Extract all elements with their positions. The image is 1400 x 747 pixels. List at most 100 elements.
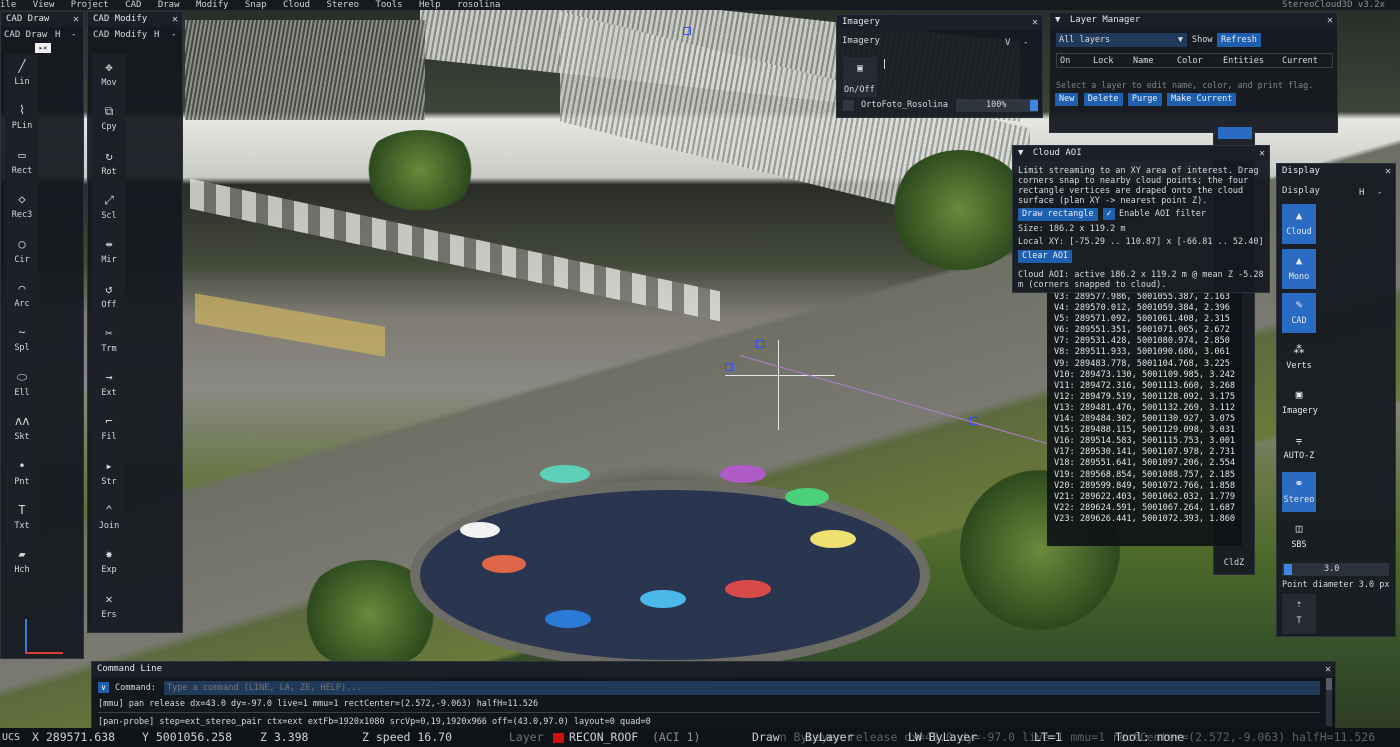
draw-tool-hch[interactable]: ▰ Hch bbox=[5, 547, 39, 575]
display-toggle-cad[interactable]: ✎ CAD bbox=[1282, 293, 1316, 334]
cad-draw-titlebar[interactable]: CAD Draw ✕ bbox=[1, 12, 83, 27]
opacity-slider[interactable]: 100% bbox=[956, 99, 1038, 112]
collapse-arrow-icon[interactable]: ▼ bbox=[1055, 15, 1060, 25]
draw-tool-spl[interactable]: ∼ Spl bbox=[5, 325, 39, 353]
opacity-slider-handle[interactable] bbox=[1030, 100, 1038, 111]
display-titlebar[interactable]: Display ✕ bbox=[1277, 164, 1395, 179]
collapse-toggle[interactable]: ∨ bbox=[98, 682, 109, 693]
cloud-z-label[interactable]: CldZ bbox=[1217, 558, 1251, 568]
point-size-handle[interactable] bbox=[1284, 564, 1292, 575]
layer-manager-titlebar[interactable]: ▼ Layer Manager ✕ bbox=[1050, 13, 1337, 28]
col-on[interactable]: On bbox=[1060, 54, 1070, 68]
clear-aoi-button[interactable]: Clear AOI bbox=[1018, 250, 1073, 263]
menu-draw[interactable]: Draw bbox=[158, 0, 180, 10]
menu-cad[interactable]: CAD bbox=[125, 0, 141, 10]
visibility-button[interactable]: V bbox=[1005, 32, 1010, 54]
point-size-slider[interactable]: 3.0 bbox=[1282, 563, 1389, 576]
close-icon[interactable]: ✕ bbox=[172, 12, 178, 27]
hide-button[interactable]: H bbox=[154, 27, 159, 44]
draw-tool-plin[interactable]: ⌇ PLin bbox=[5, 103, 39, 131]
menu-stereo[interactable]: Stereo bbox=[327, 0, 360, 10]
draw-tool-rec3[interactable]: ◇ Rec3 bbox=[5, 192, 39, 220]
command-line-titlebar[interactable]: Command Line ✕ bbox=[92, 662, 1335, 677]
hide-button[interactable]: H bbox=[55, 27, 60, 44]
close-icon[interactable]: ✕ bbox=[73, 12, 79, 27]
aoi-corner-handle[interactable] bbox=[725, 363, 733, 371]
refresh-button[interactable]: Refresh bbox=[1217, 33, 1261, 47]
aoi-corner-handle[interactable] bbox=[683, 27, 691, 35]
modify-tool-cpy[interactable]: ⧉ Cpy bbox=[92, 104, 126, 132]
cloud-aoi-titlebar[interactable]: ▼ Cloud AOI ✕ bbox=[1013, 146, 1269, 161]
close-icon[interactable]: ✕ bbox=[1259, 146, 1265, 161]
display-toggle-mono[interactable]: ▲ Mono bbox=[1282, 248, 1316, 289]
lineweight[interactable]: LW ByLayer bbox=[908, 728, 977, 747]
command-log-scrollbar[interactable] bbox=[1326, 678, 1332, 726]
display-toggle-verts[interactable]: ⁂ Verts bbox=[1282, 338, 1316, 378]
draw-tool-cir[interactable]: ○ Cir bbox=[5, 237, 39, 265]
new-layer-button[interactable]: New bbox=[1055, 93, 1079, 106]
scrollbar-thumb[interactable] bbox=[1326, 678, 1332, 690]
menu-view[interactable]: View bbox=[33, 0, 55, 10]
bylayer-color[interactable]: ByLayer bbox=[805, 728, 853, 747]
draw-tool-rect[interactable]: ▭ Rect bbox=[5, 148, 39, 176]
modify-tool-off[interactable]: ↺ Off bbox=[92, 282, 126, 310]
display-toggle-cloud[interactable]: ▲ Cloud bbox=[1282, 204, 1316, 244]
display-toggle-sbs[interactable]: ◫ SBS bbox=[1282, 517, 1316, 557]
draw-rectangle-button[interactable]: Draw rectangle bbox=[1018, 208, 1098, 221]
point-size-up-button[interactable]: ⇡ T bbox=[1282, 594, 1316, 634]
cad-modify-titlebar[interactable]: CAD Modify ✕ bbox=[88, 12, 182, 27]
menu-cloud[interactable]: Cloud bbox=[283, 0, 310, 10]
close-icon[interactable]: ✕ bbox=[1032, 15, 1038, 30]
modify-tool-scl[interactable]: ⤢ Scl bbox=[92, 193, 126, 221]
collapse-button[interactable]: - bbox=[1377, 181, 1382, 205]
draw-tool-lin[interactable]: ╱ Lin bbox=[5, 59, 39, 87]
modify-tool-str[interactable]: ▸ Str bbox=[92, 459, 126, 487]
make-current-button[interactable]: Make Current bbox=[1166, 93, 1237, 106]
modify-tool-exp[interactable]: ✸ Exp bbox=[92, 547, 126, 575]
draw-tool-txt[interactable]: T Txt bbox=[5, 503, 39, 531]
hide-button[interactable]: H bbox=[1359, 181, 1364, 205]
display-toggle-imagery[interactable]: ▣ Imagery bbox=[1282, 383, 1318, 423]
col-entities[interactable]: Entities bbox=[1223, 54, 1264, 68]
modify-tool-ext[interactable]: → Ext bbox=[92, 370, 126, 398]
modify-tool-fil[interactable]: ⌐ Fil bbox=[92, 414, 126, 442]
menu-file[interactable]: ile bbox=[0, 0, 16, 10]
col-current[interactable]: Current bbox=[1282, 54, 1318, 68]
modify-tool-join[interactable]: ⌃ Join bbox=[92, 503, 126, 531]
close-icon[interactable]: ✕ bbox=[1325, 662, 1331, 677]
modify-tool-trm[interactable]: ✂ Trm bbox=[92, 326, 126, 354]
draw-tool-ell[interactable]: ⬭ Ell bbox=[5, 370, 39, 398]
menu-project[interactable]: Project bbox=[71, 0, 109, 10]
close-icon[interactable]: ✕ bbox=[1385, 164, 1391, 179]
layer-checkbox[interactable] bbox=[843, 100, 854, 111]
command-input[interactable] bbox=[164, 681, 1320, 695]
current-layer-name[interactable]: RECON_ROOF bbox=[569, 728, 638, 747]
draw-tool-pnt[interactable]: • Pnt bbox=[5, 459, 39, 487]
close-icon[interactable]: ✕ bbox=[1327, 13, 1333, 28]
collapse-button[interactable]: - bbox=[171, 27, 176, 44]
collapse-button[interactable]: - bbox=[71, 27, 76, 44]
display-toggle-auto-z[interactable]: ⩦ AUTO-Z bbox=[1282, 428, 1316, 468]
purge-layers-button[interactable]: Purge bbox=[1127, 93, 1162, 106]
col-lock[interactable]: Lock bbox=[1093, 54, 1113, 68]
modify-tool-rot[interactable]: ↻ Rot bbox=[92, 149, 126, 177]
col-color[interactable]: Color bbox=[1177, 54, 1203, 68]
collapse-arrow-icon[interactable]: ▼ bbox=[1018, 148, 1023, 158]
col-name[interactable]: Name bbox=[1133, 54, 1153, 68]
modify-tool-mir[interactable]: ⇹ Mir bbox=[92, 237, 126, 265]
display-toggle-stereo[interactable]: ⚭ Stereo bbox=[1282, 472, 1316, 513]
menu-snap[interactable]: Snap bbox=[245, 0, 267, 10]
modify-tool-mov[interactable]: ✥ Mov bbox=[92, 60, 126, 88]
enable-aoi-checkbox[interactable]: ✓ bbox=[1103, 208, 1115, 220]
menu-help[interactable]: Help bbox=[419, 0, 441, 10]
delete-layer-button[interactable]: Delete bbox=[1083, 93, 1123, 106]
menu-tools[interactable]: Tools bbox=[375, 0, 402, 10]
draw-tool-arc[interactable]: ⌒ Arc bbox=[5, 281, 39, 309]
menu-modify[interactable]: Modify bbox=[196, 0, 229, 10]
draw-tool-skt[interactable]: ʌʌ Skt bbox=[5, 414, 39, 442]
aoi-corner-handle[interactable] bbox=[756, 340, 764, 348]
cloud-tool-button[interactable] bbox=[1218, 127, 1252, 139]
modify-tool-ers[interactable]: ✕ Ers bbox=[92, 592, 126, 620]
layer-filter-select[interactable]: All layers ▼ bbox=[1056, 33, 1187, 47]
linetype-scale[interactable]: LT=1 bbox=[1034, 728, 1062, 747]
